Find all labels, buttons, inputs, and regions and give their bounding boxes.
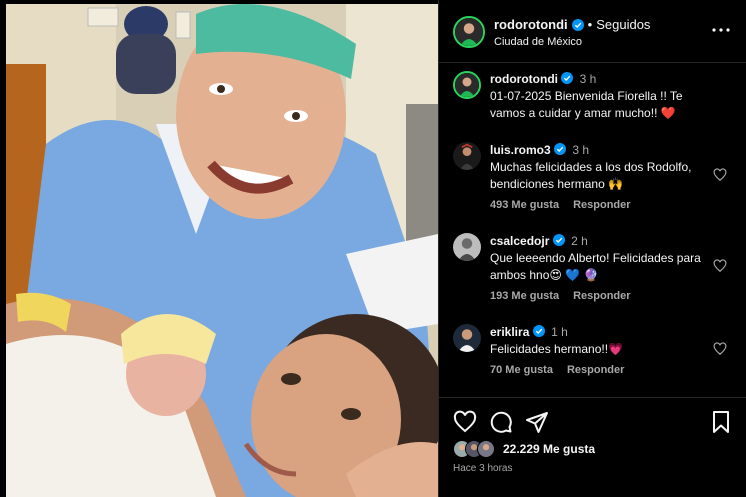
verified-badge-icon bbox=[552, 234, 565, 246]
reply-button[interactable]: Responder bbox=[567, 364, 624, 376]
reply-button[interactable]: Responder bbox=[573, 290, 630, 302]
comments-list[interactable]: rodorotondi 3 h 01-07-2025 Bienvenida Fi… bbox=[439, 63, 746, 397]
comment-body: csalcedojr 2 h Que leeeendo Alberto! Fel… bbox=[490, 233, 712, 284]
commenter-avatar[interactable] bbox=[453, 142, 481, 170]
share-send-icon[interactable] bbox=[525, 410, 549, 434]
comment-meta: 493 Me gusta Responder bbox=[490, 199, 631, 211]
author-info: rodorotondi • Seguidos bbox=[494, 17, 650, 32]
comment-body: eriklira 1 h Felicidades hermano!!💗 bbox=[490, 324, 712, 358]
verified-badge-icon bbox=[532, 325, 545, 337]
comment-likes[interactable]: 493 Me gusta bbox=[490, 199, 559, 211]
comment-bubble-icon[interactable] bbox=[489, 410, 513, 434]
comment-time[interactable]: 3 h bbox=[572, 143, 589, 157]
comment-username[interactable]: luis.romo3 bbox=[490, 143, 551, 157]
save-bookmark-icon[interactable] bbox=[709, 410, 733, 434]
caption-username[interactable]: rodorotondi bbox=[490, 72, 558, 86]
commenter-avatar[interactable] bbox=[453, 324, 481, 352]
comment-meta: 193 Me gusta Responder bbox=[490, 290, 631, 302]
like-comment-heart-icon[interactable] bbox=[713, 259, 727, 273]
comment-text: Que leeeendo Alberto! Felicidades para a… bbox=[490, 251, 701, 282]
post-actions: 22.229 Me gusta Hace 3 horas bbox=[439, 397, 746, 497]
comment-body: luis.romo3 3 h Muchas felicidades a los … bbox=[490, 142, 712, 193]
post-side-panel: rodorotondi • Seguidos Ciudad de México … bbox=[438, 0, 746, 497]
caption-text: 01-07-2025 Bienvenida Fiorella !! Te vam… bbox=[490, 89, 683, 120]
instagram-post-modal: rodorotondi • Seguidos Ciudad de México … bbox=[0, 0, 746, 497]
verified-badge-icon bbox=[561, 72, 574, 84]
more-horizontal-icon bbox=[712, 28, 730, 32]
comment-time[interactable]: 2 h bbox=[571, 234, 588, 248]
comment-meta: 70 Me gusta Responder bbox=[490, 364, 624, 376]
separator-dot: • bbox=[587, 17, 593, 32]
verified-badge-icon bbox=[571, 18, 584, 31]
reply-button[interactable]: Responder bbox=[573, 199, 630, 211]
caption-avatar[interactable] bbox=[453, 71, 481, 99]
author-username[interactable]: rodorotondi bbox=[494, 17, 568, 32]
like-comment-heart-icon[interactable] bbox=[713, 168, 727, 182]
comment-time[interactable]: 1 h bbox=[551, 325, 568, 339]
post-photo[interactable] bbox=[6, 4, 438, 497]
comment-username[interactable]: csalcedojr bbox=[490, 234, 549, 248]
follow-status[interactable]: Seguidos bbox=[596, 17, 650, 32]
like-comment-heart-icon[interactable] bbox=[713, 342, 727, 356]
likes-count[interactable]: 22.229 Me gusta bbox=[503, 442, 595, 456]
like-heart-icon[interactable] bbox=[453, 410, 477, 434]
comment-text: Muchas felicidades a los dos Rodolfo, be… bbox=[490, 160, 692, 191]
comment-text: Felicidades hermano!!💗 bbox=[490, 342, 624, 356]
caption-body: rodorotondi 3 h 01-07-2025 Bienvenida Fi… bbox=[490, 71, 712, 122]
post-timestamp[interactable]: Hace 3 horas bbox=[453, 463, 512, 474]
commenter-avatar[interactable] bbox=[453, 233, 481, 261]
liker-avatar bbox=[477, 440, 495, 458]
likes-summary[interactable]: 22.229 Me gusta bbox=[453, 440, 595, 458]
comment-likes[interactable]: 193 Me gusta bbox=[490, 290, 559, 302]
post-header: rodorotondi • Seguidos Ciudad de México bbox=[439, 0, 746, 63]
more-options-button[interactable] bbox=[709, 18, 733, 42]
caption-time[interactable]: 3 h bbox=[580, 72, 597, 86]
verified-badge-icon bbox=[554, 143, 567, 155]
post-location[interactable]: Ciudad de México bbox=[494, 36, 582, 48]
comment-username[interactable]: eriklira bbox=[490, 325, 529, 339]
author-avatar[interactable] bbox=[453, 16, 485, 48]
comment-likes[interactable]: 70 Me gusta bbox=[490, 364, 553, 376]
